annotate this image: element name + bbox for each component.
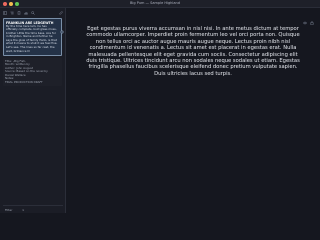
preview-icon[interactable] — [303, 10, 307, 25]
window-minimize-button[interactable] — [9, 2, 13, 6]
window-close-button[interactable] — [3, 2, 7, 6]
note-list-item-active[interactable]: FRANKLIN ARE LEDGEWTH By the time here l… — [3, 18, 62, 56]
note-preview: By the time here lam, he has officially … — [6, 23, 58, 53]
gear-icon[interactable] — [60, 19, 64, 34]
filter-input[interactable]: Filter — [5, 208, 12, 212]
search-icon[interactable] — [31, 11, 35, 15]
clear-filter-icon[interactable]: × — [22, 208, 25, 212]
note-list-item[interactable]: Title: „Big Fish, Month: written by Auth… — [3, 58, 62, 86]
stats-icon[interactable] — [24, 11, 28, 15]
note-line: FINAL PRODUCTION DRAFT — [5, 81, 43, 85]
bookmark-icon[interactable] — [17, 11, 21, 15]
share-icon[interactable] — [310, 10, 314, 25]
sidebar: FRANKLIN ARE LEDGEWTH By the time here l… — [0, 8, 66, 213]
outline-icon[interactable] — [10, 11, 14, 15]
filter-bar: Filter × — [3, 205, 63, 212]
new-note-icon[interactable] — [59, 11, 63, 15]
sidebar-toolbar — [0, 8, 66, 17]
sidebar-toggle-icon[interactable] — [3, 11, 7, 15]
editor-toolbar — [303, 10, 317, 25]
title-bar: Big Pum — Sample Highland — [0, 0, 320, 8]
window-title: Big Pum — Sample Highland — [130, 1, 180, 5]
editor-pane[interactable]: Eget egestas purus viverra accumsan in n… — [66, 8, 320, 213]
editor-body-text[interactable]: Eget egestas purus viverra accumsan in n… — [84, 26, 302, 77]
window-maximize-button[interactable] — [15, 2, 19, 6]
